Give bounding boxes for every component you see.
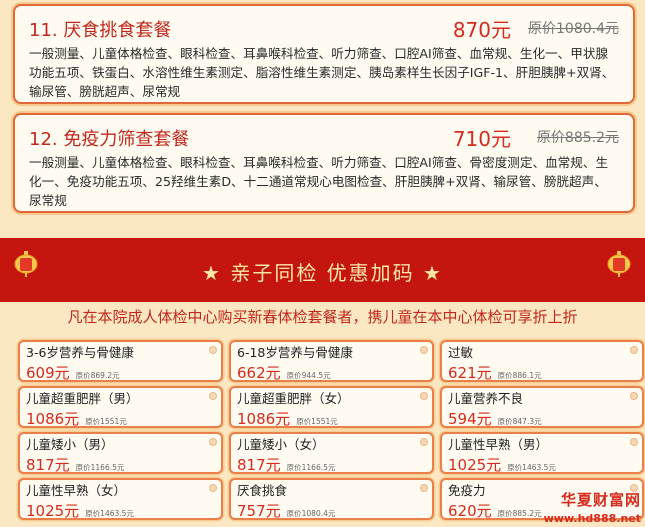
package-price: 710元 — [452, 127, 511, 151]
item-original-price: 原价1166.5元 — [286, 463, 336, 472]
item-card: 儿童营养不良 594元 原价847.3元 — [440, 386, 644, 428]
item-card: 儿童性早熟（男） 1025元 原价1463.5元 — [440, 432, 644, 474]
item-card: 儿童矮小（女） 817元 原价1166.5元 — [229, 432, 434, 474]
item-name: 儿童营养不良 — [448, 391, 524, 406]
item-name: 儿童性早熟（男） — [448, 437, 549, 452]
promo-text: 凡在本院成人体检中心购买新春体检套餐者，携儿童在本中心体检可享折上折 — [67, 308, 578, 326]
watermark: 华夏财富网 www.hd888.net — [521, 489, 641, 525]
decoration-dot-icon — [630, 438, 638, 446]
item-price: 1086元 — [26, 410, 80, 428]
package-description: 一般测量、儿童体格检查、眼科检查、耳鼻喉科检查、听力筛查、口腔AI筛查、骨密度测… — [29, 155, 609, 208]
banner-title: ★ 亲子同检 优惠加码 ★ — [202, 261, 443, 285]
decoration-dot-icon — [209, 346, 217, 354]
watermark-title: 华夏财富网 — [560, 491, 641, 509]
item-name: 儿童矮小（男） — [26, 437, 114, 452]
item-card: 6-18岁营养与骨健康 662元 原价944.5元 — [229, 340, 434, 382]
item-original-price: 原价869.2元 — [75, 371, 120, 380]
item-price: 817元 — [237, 456, 281, 474]
item-original-price: 原价1551元 — [85, 417, 127, 426]
package-description: 一般测量、儿童体格检查、眼科检查、耳鼻喉科检查、听力筛查、口腔AI筛查、血常规、… — [29, 46, 615, 99]
item-name: 儿童性早熟（女） — [26, 483, 127, 498]
item-card: 过敏 621元 原价886.1元 — [440, 340, 644, 382]
item-price: 662元 — [237, 364, 281, 382]
decoration-dot-icon — [420, 392, 428, 400]
item-card: 儿童矮小（男） 817元 原价1166.5元 — [18, 432, 223, 474]
decoration-dot-icon — [420, 438, 428, 446]
item-original-price: 原价1551元 — [296, 417, 338, 426]
item-card: 儿童超重肥胖（男） 1086元 原价1551元 — [18, 386, 223, 428]
item-original-price: 原价1166.5元 — [75, 463, 125, 472]
item-price: 817元 — [26, 456, 70, 474]
package-title: 11. 厌食挑食套餐 — [29, 20, 172, 41]
item-card: 儿童超重肥胖（女） 1086元 原价1551元 — [229, 386, 434, 428]
decoration-dot-icon — [209, 392, 217, 400]
package-price: 870元 — [452, 18, 511, 42]
package-original-price: 原价885.2元 — [536, 130, 619, 146]
item-original-price: 原价847.3元 — [497, 417, 542, 426]
watermark-url: www.hd888.net — [543, 512, 641, 525]
item-price: 609元 — [26, 364, 70, 382]
item-card: 儿童性早熟（女） 1025元 原价1463.5元 — [18, 478, 223, 520]
promo-banner: ★ 亲子同检 优惠加码 ★ — [0, 238, 645, 302]
item-original-price: 原价944.5元 — [286, 371, 331, 380]
item-name: 儿童超重肥胖（男） — [26, 391, 139, 406]
decoration-dot-icon — [209, 484, 217, 492]
item-name: 3-6岁营养与骨健康 — [26, 345, 134, 360]
item-original-price: 原价1080.4元 — [286, 509, 336, 518]
package-title: 12. 免疫力筛查套餐 — [29, 129, 190, 150]
item-price: 1086元 — [237, 410, 291, 428]
item-original-price: 原价886.1元 — [497, 371, 542, 380]
item-original-price: 原价1463.5元 — [507, 463, 556, 472]
decoration-dot-icon — [630, 392, 638, 400]
package-original-price: 原价1080.4元 — [528, 21, 619, 37]
item-price: 1025元 — [26, 502, 80, 520]
item-price: 594元 — [448, 410, 492, 428]
decoration-dot-icon — [420, 346, 428, 354]
item-name: 厌食挑食 — [237, 483, 288, 498]
item-card: 厌食挑食 757元 原价1080.4元 — [229, 478, 434, 520]
decoration-dot-icon — [209, 438, 217, 446]
item-price: 757元 — [237, 502, 281, 520]
item-card: 3-6岁营养与骨健康 609元 原价869.2元 — [18, 340, 223, 382]
decoration-dot-icon — [420, 484, 428, 492]
item-name: 过敏 — [448, 345, 474, 360]
item-name: 儿童超重肥胖（女） — [237, 391, 350, 406]
package-card-12: 12. 免疫力筛查套餐 710元 原价885.2元 一般测量、儿童体格检查、眼科… — [13, 113, 635, 213]
item-price: 1025元 — [448, 456, 502, 474]
item-name: 6-18岁营养与骨健康 — [237, 345, 353, 360]
decoration-dot-icon — [630, 346, 638, 354]
item-original-price: 原价1463.5元 — [85, 509, 134, 518]
item-price: 621元 — [448, 364, 492, 382]
package-card-11: 11. 厌食挑食套餐 870元 原价1080.4元 一般测量、儿童体格检查、眼科… — [13, 4, 635, 104]
item-name: 儿童矮小（女） — [237, 437, 325, 452]
lantern-icon — [607, 251, 631, 277]
item-price: 620元 — [448, 502, 492, 520]
